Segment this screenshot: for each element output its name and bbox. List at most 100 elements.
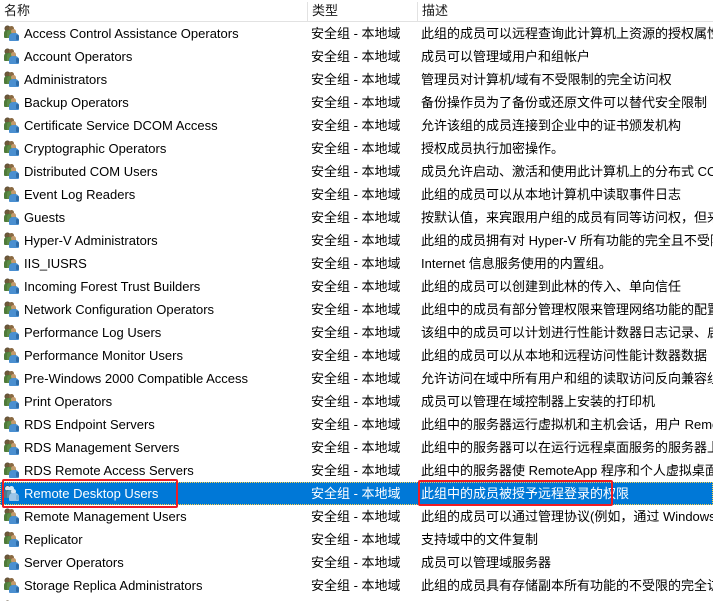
cell-group-name[interactable]: Replicator — [0, 528, 307, 551]
user-group-icon — [4, 141, 20, 156]
cell-group-type: 安全组 - 本地域 — [311, 509, 401, 524]
cell-group-description: 此组的成员可以创建到此林的传入、单向信任 — [421, 279, 682, 294]
cell-group-name[interactable]: RDS Endpoint Servers — [0, 413, 307, 436]
table-row[interactable]: Performance Monitor Users 安全组 - 本地域 此组的成员可… — [0, 344, 713, 367]
groups-row-list[interactable]: Access Control Assistance Operators 安全组 -… — [0, 22, 713, 605]
table-row[interactable]: IIS_IUSRS 安全组 - 本地域 Internet 信息服务使用的内置组。 — [0, 252, 713, 275]
column-header-description[interactable]: 描述 — [417, 2, 713, 21]
user-group-icon — [4, 348, 20, 363]
group-name-label: Remote Management Users — [24, 509, 187, 524]
table-row[interactable]: Performance Log Users 安全组 - 本地域 该组中的成员可以计划… — [0, 321, 713, 344]
cell-group-description: 该组中的成员可以计划进行性能计数器日志记录、启用跟踪记录提供程序 — [421, 325, 713, 340]
cell-group-description: 支持域中的文件复制 — [421, 532, 539, 547]
table-row[interactable]: Access Control Assistance Operators 安全组 -… — [0, 22, 713, 45]
cell-group-description: 成员可以管理在域控制器上安装的打印机 — [421, 394, 656, 409]
table-row[interactable]: Remote Management Users 安全组 - 本地域 此组的成员可以通… — [0, 505, 713, 528]
table-row[interactable]: Certificate Service DCOM Access 安全组 - 本地域… — [0, 114, 713, 137]
groups-list-view[interactable]: 名称 类型 描述 Access Control Assistance Opera… — [0, 0, 713, 605]
cell-group-name[interactable]: Performance Log Users — [0, 321, 307, 344]
cell-group-name[interactable]: RDS Remote Access Servers — [0, 459, 307, 482]
user-group-icon — [4, 256, 20, 271]
table-row[interactable]: Cryptographic Operators 安全组 - 本地域 授权成员执行加密… — [0, 137, 713, 160]
cell-group-name[interactable]: RDS Management Servers — [0, 436, 307, 459]
table-row[interactable]: Hyper-V Administrators 安全组 - 本地域 此组的成员拥有对 … — [0, 229, 713, 252]
cell-group-name[interactable]: Server Operators — [0, 551, 307, 574]
cell-group-description: 此组的成员具有存储副本所有功能的不受限的完全访问权限。 — [421, 578, 713, 593]
cell-group-type: 安全组 - 本地域 — [311, 256, 401, 271]
table-row[interactable]: RDS Remote Access Servers 安全组 - 本地域 此组中的服务… — [0, 459, 713, 482]
cell-group-name[interactable]: Network Configuration Operators — [0, 298, 307, 321]
cell-group-description: 允许该组的成员连接到企业中的证书颁发机构 — [421, 118, 682, 133]
cell-group-name[interactable]: Storage Replica Administrators — [0, 574, 307, 597]
table-row[interactable]: Incoming Forest Trust Builders 安全组 - 本地域 此… — [0, 275, 713, 298]
table-row[interactable]: RDS Endpoint Servers 安全组 - 本地域 此组中的服务器运行虚拟… — [0, 413, 713, 436]
cell-group-name[interactable]: Access Control Assistance Operators — [0, 22, 307, 45]
group-name-label: Pre-Windows 2000 Compatible Access — [24, 371, 248, 386]
cell-group-name[interactable]: Account Operators — [0, 45, 307, 68]
table-row[interactable]: Replicator 安全组 - 本地域 支持域中的文件复制 — [0, 528, 713, 551]
cell-group-type: 安全组 - 本地域 — [311, 440, 401, 455]
cell-group-description: 此组中的成员被授予远程登录的权限 — [421, 486, 630, 501]
cell-group-name[interactable]: Pre-Windows 2000 Compatible Access — [0, 367, 307, 390]
user-group-icon — [4, 509, 20, 524]
table-row[interactable]: Guests 安全组 - 本地域 按默认值，来宾跟用户组的成员有同等访问权，但来宾帐… — [0, 206, 713, 229]
cell-group-name[interactable]: IIS_IUSRS — [0, 252, 307, 275]
table-row[interactable]: Event Log Readers 安全组 - 本地域 此组的成员可以从本地计算机中… — [0, 183, 713, 206]
cell-group-description: 备份操作员为了备份或还原文件可以替代安全限制 — [421, 95, 708, 110]
cell-group-description: 成员可以管理域用户和组帐户 — [421, 49, 591, 64]
cell-group-name[interactable]: Cryptographic Operators — [0, 137, 307, 160]
user-group-icon — [4, 72, 20, 87]
cell-group-description: 成员允许启动、激活和使用此计算机上的分布式 COM 对象。 — [421, 164, 713, 179]
cell-group-type: 安全组 - 本地域 — [311, 187, 401, 202]
cell-group-name[interactable]: Backup Operators — [0, 91, 307, 114]
user-group-icon — [4, 187, 20, 202]
cell-group-name[interactable]: Administrators — [0, 68, 307, 91]
group-name-label: Performance Log Users — [24, 325, 162, 340]
group-name-label: Certificate Service DCOM Access — [24, 118, 218, 133]
group-name-label: RDS Remote Access Servers — [24, 463, 194, 478]
cell-group-description: 管理员对计算机/域有不受限制的完全访问权 — [421, 72, 672, 87]
cell-group-name[interactable]: Performance Monitor Users — [0, 344, 307, 367]
table-row[interactable]: Storage Replica Administrators 安全组 - 本地域 此… — [0, 574, 713, 597]
column-header-name[interactable]: 名称 — [0, 2, 307, 21]
cell-group-name[interactable]: Distributed COM Users — [0, 160, 307, 183]
cell-group-name[interactable]: Remote Management Users — [0, 505, 307, 528]
cell-group-name[interactable]: Certificate Service DCOM Access — [0, 114, 307, 137]
user-group-icon — [4, 279, 20, 294]
table-row[interactable]: RDS Management Servers 安全组 - 本地域 此组中的服务器可以… — [0, 436, 713, 459]
group-name-label: Server Operators — [24, 555, 124, 570]
cell-group-description: 此组中的服务器使 RemoteApp 程序和个人虚拟桌面用户能够访问这些资源 — [421, 463, 713, 478]
cell-group-type: 安全组 - 本地域 — [311, 302, 401, 317]
cell-group-description: 此组中的成员有部分管理权限来管理网络功能的配置 — [421, 302, 713, 317]
table-row[interactable]: Server Operators 安全组 - 本地域 成员可以管理域服务器 — [0, 551, 713, 574]
cell-group-name[interactable]: Remote Desktop Users — [0, 482, 307, 505]
cell-group-description: 此组的成员可以通过管理协议(例如，通过 Windows 远程管理服务实现的 — [421, 509, 713, 524]
table-row[interactable]: Distributed COM Users 安全组 - 本地域 成员允许启动、激活和… — [0, 160, 713, 183]
cell-group-name[interactable]: Guests — [0, 206, 307, 229]
group-name-label: Guests — [24, 210, 66, 225]
table-row[interactable]: Pre-Windows 2000 Compatible Access 安全组 - … — [0, 367, 713, 390]
table-row[interactable]: Network Configuration Operators 安全组 - 本地域… — [0, 298, 713, 321]
group-name-label: Cryptographic Operators — [24, 141, 167, 156]
group-name-label: Account Operators — [24, 49, 133, 64]
cell-group-name[interactable]: Hyper-V Administrators — [0, 229, 307, 252]
table-row[interactable]: Administrators 安全组 - 本地域 管理员对计算机/域有不受限制的完全… — [0, 68, 713, 91]
user-group-icon — [4, 233, 20, 248]
cell-group-name[interactable]: Incoming Forest Trust Builders — [0, 275, 307, 298]
column-header-type[interactable]: 类型 — [307, 2, 417, 21]
cell-group-type: 安全组 - 本地域 — [311, 49, 401, 64]
table-row[interactable]: Remote Desktop Users 安全组 - 本地域 此组中的成员被授予远程… — [0, 482, 713, 505]
cell-group-type: 安全组 - 本地域 — [311, 555, 401, 570]
cell-group-description: 成员可以管理域服务器 — [421, 555, 552, 570]
cell-group-name[interactable]: Event Log Readers — [0, 183, 307, 206]
table-row[interactable]: Account Operators 安全组 - 本地域 成员可以管理域用户和组帐户 — [0, 45, 713, 68]
cell-group-type: 安全组 - 本地域 — [311, 26, 401, 41]
table-row[interactable]: Print Operators 安全组 - 本地域 成员可以管理在域控制器上安装的打… — [0, 390, 713, 413]
user-group-icon — [4, 302, 20, 317]
cell-group-type: 安全组 - 本地域 — [311, 463, 401, 478]
group-name-label: Event Log Readers — [24, 187, 136, 202]
cell-group-type: 安全组 - 本地域 — [311, 325, 401, 340]
table-row[interactable]: Backup Operators 安全组 - 本地域 备份操作员为了备份或还原文件可… — [0, 91, 713, 114]
list-header-row: 名称 类型 描述 — [0, 0, 713, 22]
cell-group-name[interactable]: Print Operators — [0, 390, 307, 413]
